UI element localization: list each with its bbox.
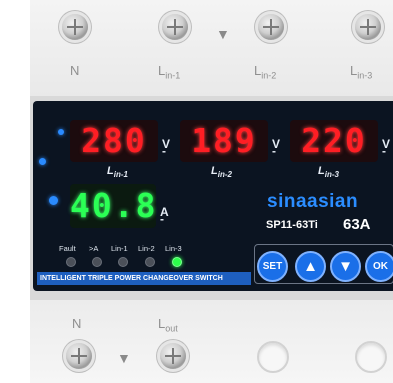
up-button[interactable]: ▲	[295, 251, 326, 282]
chevron-down-icon: ▼	[216, 26, 230, 42]
set-button[interactable]: SET	[257, 251, 288, 282]
indicator-label-fault: Fault	[59, 244, 76, 253]
indicator-led-lin-1	[118, 257, 128, 267]
brand-logo: sinaasian	[267, 191, 359, 212]
bottom-terminal-block	[30, 300, 393, 383]
ok-button[interactable]: OK	[365, 251, 393, 282]
terminal-label-n-out: N	[72, 316, 82, 331]
terminal-screw-lout	[160, 343, 186, 369]
current-unit: A-	[160, 205, 169, 226]
voltage-unit-3: V-	[382, 137, 391, 158]
voltage-unit-1: V-	[162, 137, 171, 158]
empty-terminal-hole	[257, 341, 289, 373]
current-rating: 63A	[343, 216, 371, 233]
indicator-led-lin-3	[172, 257, 182, 267]
voltage-display-lin-2: 189	[180, 120, 268, 162]
top-terminal-block	[30, 0, 393, 96]
terminal-screw-n	[62, 14, 88, 40]
indicator-led-lin-2	[145, 257, 155, 267]
blue-accent-dot	[58, 129, 64, 135]
current-display: 40.8	[70, 184, 156, 228]
terminal-label-n: N	[70, 63, 80, 78]
down-button[interactable]: ▼	[330, 251, 361, 282]
indicator-label-lin-2: Lin-2	[138, 244, 155, 253]
line-label-lin-2: Lin-2	[211, 165, 232, 180]
blue-accent-dot	[39, 158, 46, 165]
model-number: SP11-63Ti	[266, 219, 318, 231]
terminal-label-lin-3: Lin-3	[350, 63, 373, 81]
voltage-display-lin-3: 220	[290, 120, 378, 162]
indicator-label-overcurrent: >A	[89, 244, 99, 253]
terminal-screw-lin-3	[355, 14, 381, 40]
line-label-lin-3: Lin-3	[318, 165, 339, 180]
voltage-unit-2: V-	[272, 137, 281, 158]
terminal-label-lout: Lout	[158, 316, 178, 334]
triangle-up-icon: ▲	[303, 258, 318, 275]
voltage-display-lin-1: 280	[70, 120, 158, 162]
indicator-label-lin-1: Lin-1	[111, 244, 128, 253]
terminal-label-lin-2: Lin-2	[254, 63, 277, 81]
line-label-lin-1: Lin-1	[107, 165, 128, 180]
product-banner: INTELLIGENT TRIPLE POWER CHANGEOVER SWIT…	[37, 272, 251, 285]
empty-terminal-hole	[355, 341, 387, 373]
triangle-down-icon: ▼	[338, 258, 353, 275]
indicator-label-lin-3: Lin-3	[165, 244, 182, 253]
terminal-screw-n-out	[66, 343, 92, 369]
terminal-screw-lin-2	[258, 14, 284, 40]
blue-accent-dot	[49, 196, 58, 205]
terminal-screw-lin-1	[162, 14, 188, 40]
indicator-led-overcurrent	[92, 257, 102, 267]
chevron-down-icon: ▼	[117, 350, 131, 366]
indicator-led-fault	[66, 257, 76, 267]
terminal-label-lin-1: Lin-1	[158, 63, 181, 81]
